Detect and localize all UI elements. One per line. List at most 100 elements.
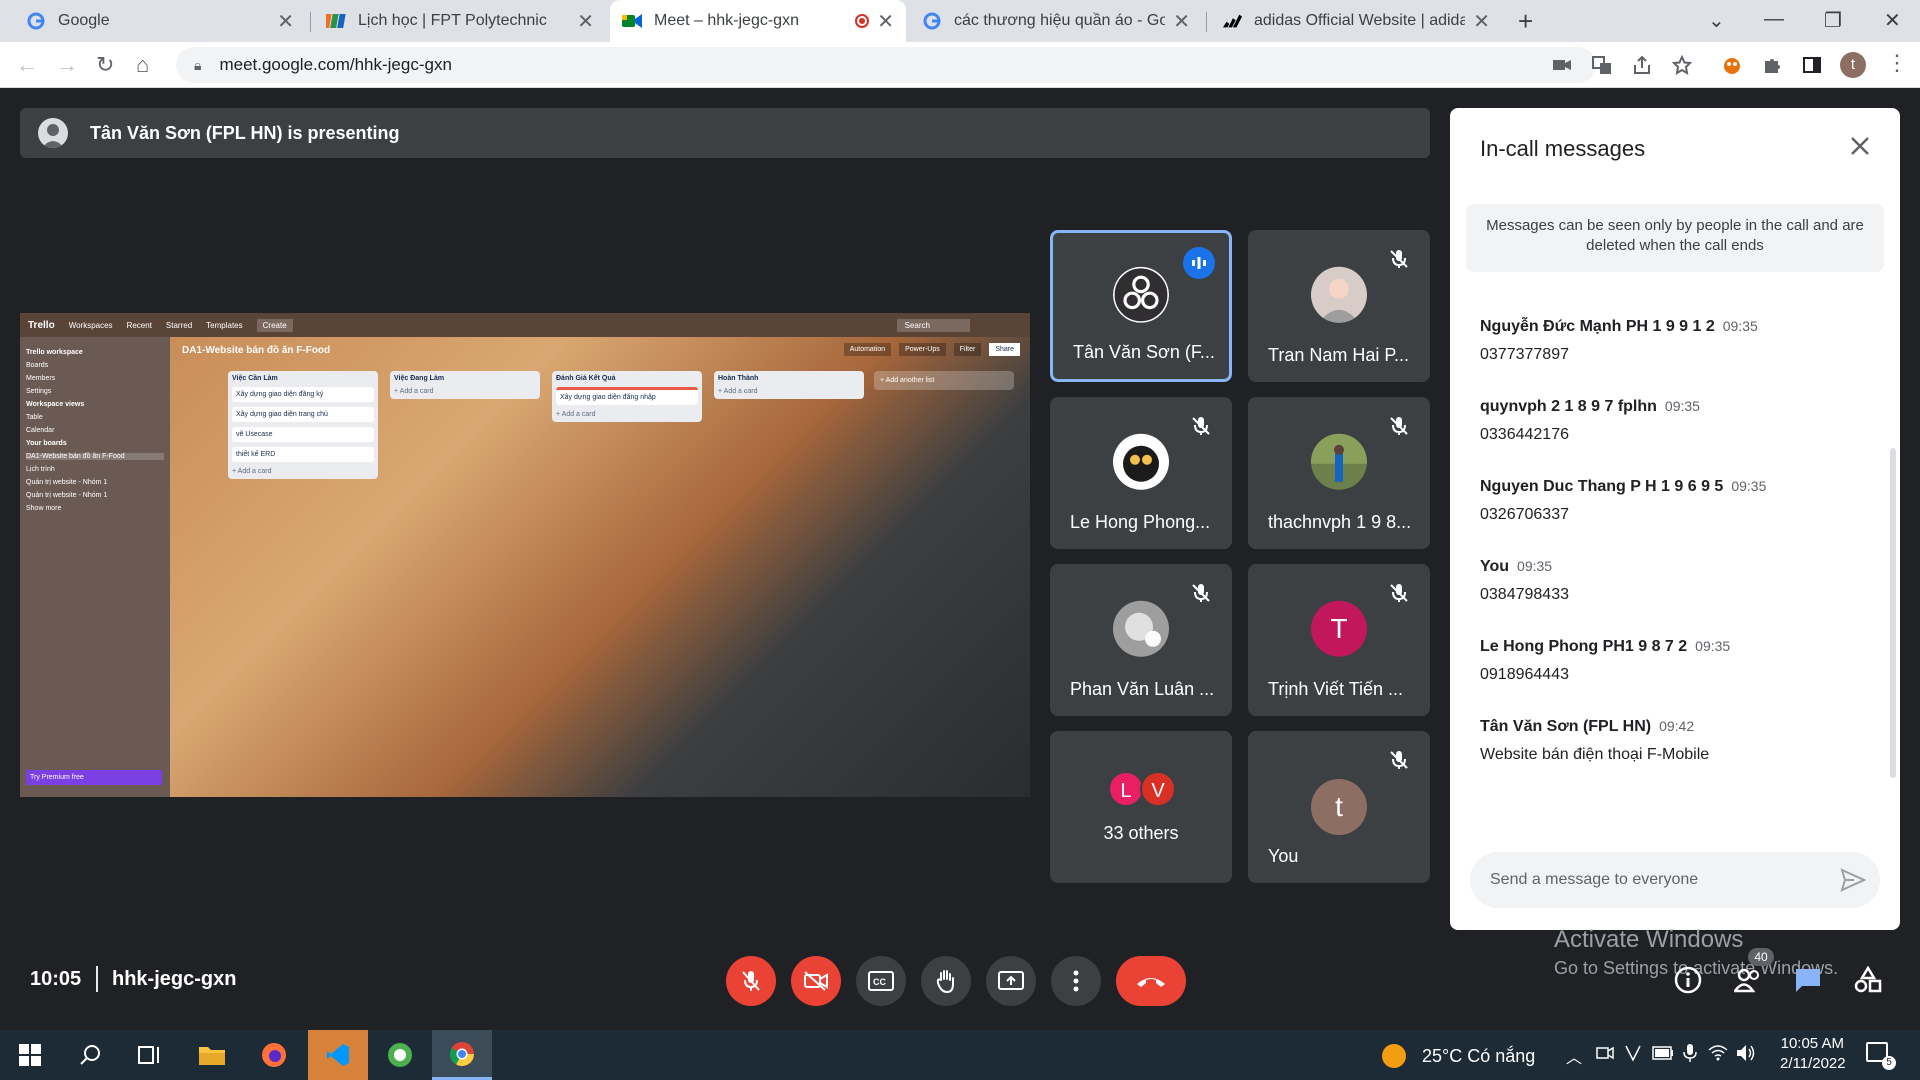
reload-icon[interactable]: ↻ [96, 52, 114, 78]
trello-add-card: + Add a card [232, 468, 272, 475]
meeting-details-icon[interactable] [1674, 966, 1702, 994]
trello-sidebar-item: Lịch trình [26, 466, 55, 473]
system-clock[interactable]: 10:05 AM 2/11/2022 [1780, 1034, 1846, 1074]
raise-hand-icon [936, 970, 954, 994]
app-button[interactable] [370, 1030, 430, 1080]
people-icon[interactable] [1734, 966, 1762, 994]
microphone-icon[interactable] [1682, 1043, 1698, 1063]
tab-title: Meet – hhk-jegc-gxn [654, 12, 799, 29]
message-input[interactable]: Send a message to everyone [1470, 852, 1880, 908]
chat-message: Tân Văn Sơn (FPL HN) 09:42 Website bán đi… [1480, 718, 1880, 764]
camera-toggle-button[interactable] [791, 956, 841, 1006]
camera-icon[interactable] [1596, 1044, 1614, 1062]
others-count: 33 others [1103, 823, 1179, 843]
shared-screen[interactable]: Trello Workspaces Recent Starred Templat… [20, 313, 1030, 797]
task-view-button[interactable] [120, 1030, 180, 1080]
chrome-menu-icon[interactable]: ⋮ [1886, 50, 1908, 76]
forward-icon[interactable]: → [56, 52, 78, 78]
message-text: 0336442176 [1480, 426, 1569, 443]
message-sender: quynvph 2 1 8 9 7 fplhn [1480, 398, 1657, 415]
trello-board-button: Automation [843, 343, 892, 356]
meeting-clock: 10:05 [30, 968, 82, 990]
back-icon[interactable]: ← [16, 52, 38, 78]
tab-google[interactable]: Google ✕ [14, 0, 306, 42]
hang-up-icon [1137, 978, 1165, 987]
translate-icon[interactable] [1592, 55, 1612, 75]
close-tab-icon[interactable]: ✕ [277, 9, 294, 34]
present-now-button[interactable] [986, 956, 1036, 1006]
tab-meet[interactable]: Meet – hhk-jegc-gxn ✕ [610, 0, 906, 42]
send-icon[interactable] [1840, 868, 1866, 892]
side-panel-icon[interactable] [1802, 55, 1822, 75]
minimize-button[interactable]: — [1764, 8, 1784, 31]
close-tab-icon[interactable]: ✕ [877, 9, 894, 34]
mic-toggle-button[interactable] [726, 956, 776, 1006]
close-icon[interactable] [1848, 134, 1872, 158]
firefox-button[interactable] [244, 1030, 304, 1080]
more-options-button[interactable] [1051, 956, 1101, 1006]
home-icon[interactable]: ⌂ [136, 52, 149, 78]
trello-menu-item: Workspaces [68, 320, 113, 330]
chrome-button[interactable] [432, 1030, 492, 1080]
extensions-puzzle-icon[interactable] [1762, 55, 1782, 75]
vscode-button[interactable] [308, 1030, 368, 1080]
maximize-button[interactable]: ❐ [1824, 8, 1842, 33]
participant-tile[interactable]: Tran Nam Hai P... [1248, 230, 1430, 382]
share-icon[interactable] [1632, 55, 1652, 75]
chevron-up-icon[interactable]: ︿ [1566, 1044, 1582, 1068]
tab-fpt-polytechnic[interactable]: Lịch học | FPT Polytechnic ✕ [314, 0, 606, 42]
obs-logo-icon [1113, 266, 1169, 323]
participant-avatar: T [1311, 600, 1367, 657]
weather-widget[interactable]: 25°C Có nắng [1382, 1044, 1535, 1068]
others-tile[interactable]: L V 33 others [1050, 731, 1232, 883]
trello-board-button: Share [989, 343, 1020, 356]
message-text: 0918964443 [1480, 666, 1569, 683]
battery-icon[interactable] [1652, 1046, 1674, 1060]
chat-message: You 09:35 0384798433 [1480, 558, 1880, 604]
weather-text: 25°C Có nắng [1422, 1045, 1536, 1066]
self-tile[interactable]: t You [1248, 731, 1430, 883]
extension-icon[interactable] [1722, 55, 1742, 75]
participant-tile[interactable]: Tân Văn Sơn (F... [1050, 230, 1232, 382]
volume-icon[interactable] [1736, 1044, 1756, 1062]
file-explorer-button[interactable] [182, 1030, 242, 1080]
leave-call-button[interactable] [1116, 956, 1186, 1006]
start-button[interactable] [0, 1030, 60, 1080]
presenting-text: Tân Văn Sơn (FPL HN) is presenting [90, 122, 400, 143]
vpn-icon[interactable] [1624, 1044, 1642, 1062]
chat-icon[interactable] [1794, 966, 1822, 994]
trello-sidebar-item: Workspace views [26, 401, 85, 408]
tab-adidas[interactable]: adidas Official Website | adidas U ✕ [1210, 0, 1502, 42]
profile-avatar[interactable]: t [1840, 52, 1866, 78]
trello-sidebar-item: Quản trị website - Nhóm 1 [26, 479, 108, 486]
address-bar[interactable]: 🔒︎ meet.google.com/hhk-jegc-gxn [176, 47, 1596, 83]
new-tab-button[interactable]: + [1518, 6, 1533, 37]
participant-tile[interactable]: Phan Văn Luân ... [1050, 564, 1232, 716]
message-input-placeholder: Send a message to everyone [1490, 871, 1699, 888]
close-tab-icon[interactable]: ✕ [577, 9, 594, 34]
activities-icon[interactable] [1854, 966, 1882, 994]
camera-blocked-icon[interactable] [1552, 55, 1572, 75]
message-time: 09:35 [1664, 398, 1700, 414]
bookmark-star-icon[interactable] [1672, 55, 1692, 75]
tab-google-search[interactable]: các thương hiệu quần áo - Goog ✕ [910, 0, 1202, 42]
participant-tile[interactable]: Le Hong Phong... [1050, 397, 1232, 549]
search-button[interactable] [60, 1030, 120, 1080]
recording-icon [855, 14, 870, 28]
participant-tile[interactable]: thachnvph 1 9 8... [1248, 397, 1430, 549]
tab-search-chevron-icon[interactable]: ⌄ [1708, 8, 1725, 33]
close-tab-icon[interactable]: ✕ [1173, 9, 1190, 34]
message-text: 0384798433 [1480, 586, 1569, 603]
participant-tile[interactable]: T Trịnh Viết Tiến ... [1248, 564, 1430, 716]
activate-windows-title: Activate Windows [1554, 926, 1744, 953]
captions-button[interactable]: CC [856, 956, 906, 1006]
mic-off-icon [1390, 417, 1408, 435]
raise-hand-button[interactable] [921, 956, 971, 1006]
tab-divider [310, 12, 311, 32]
chat-scrollbar[interactable] [1890, 448, 1896, 778]
trello-sidebar-item: Members [26, 375, 56, 382]
close-window-button[interactable]: ✕ [1884, 8, 1901, 33]
trello-workspace: Trello workspace [26, 349, 83, 356]
close-tab-icon[interactable]: ✕ [1473, 9, 1490, 34]
wifi-icon[interactable] [1708, 1044, 1728, 1062]
